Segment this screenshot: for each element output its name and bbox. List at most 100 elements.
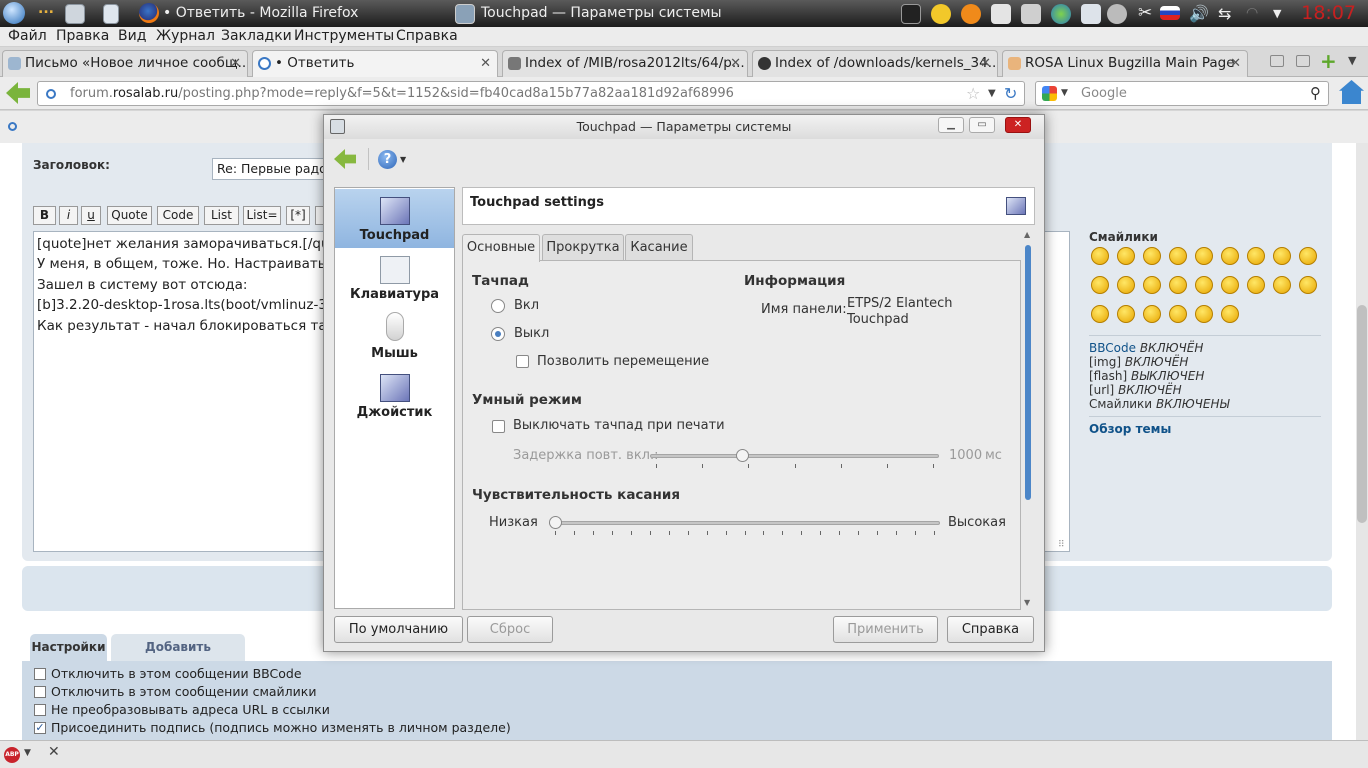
option-disable-bbcode[interactable]: Отключить в этом сообщении BBCode <box>34 665 302 683</box>
bold-button[interactable]: B <box>33 206 56 225</box>
smiley-icon[interactable] <box>1169 305 1187 323</box>
engine-dropdown-icon[interactable]: ▼ <box>1061 82 1068 105</box>
update-icon[interactable] <box>1107 4 1127 24</box>
taskbar-window-firefox[interactable]: • Ответить - Mozilla Firefox <box>163 0 358 27</box>
smiley-icon[interactable] <box>1273 247 1291 265</box>
reload-icon[interactable]: ↻ <box>1004 82 1017 105</box>
new-tab-icon[interactable]: + <box>1320 49 1337 73</box>
tab-index-kernels[interactable]: Index of /downloads/kernels_34... ✕ <box>752 50 998 77</box>
menu-help[interactable]: Справка <box>396 28 458 44</box>
minimize-button[interactable]: ▁ <box>938 117 964 133</box>
dots-icon[interactable]: ... <box>38 0 54 23</box>
disable-while-typing-checkbox[interactable] <box>492 420 505 433</box>
smiley-icon[interactable] <box>1169 247 1187 265</box>
apply-button[interactable]: Применить <box>833 616 938 643</box>
delay-slider-track[interactable] <box>650 454 939 458</box>
subject-input[interactable]: Re: Первые радост <box>212 158 330 180</box>
help-icon[interactable]: ? <box>378 150 397 169</box>
radio-touchpad-off[interactable] <box>491 327 505 341</box>
tab-index-mib[interactable]: Index of /MIB/rosa2012lts/64/p... ✕ <box>502 50 748 77</box>
page-scrollbar[interactable] <box>1356 143 1368 740</box>
italic-button[interactable]: i <box>59 206 78 225</box>
quote-button[interactable]: Quote <box>107 206 152 225</box>
url-history-dropdown-icon[interactable]: ▼ <box>988 82 996 105</box>
close-addon-bar-icon[interactable]: ✕ <box>48 744 60 760</box>
menu-view[interactable]: Вид <box>118 28 146 44</box>
ghost-icon[interactable] <box>1081 4 1101 24</box>
menu-history[interactable]: Журнал <box>156 28 215 44</box>
search-bar[interactable]: ▼ Google ⚲ <box>1035 81 1329 106</box>
smiley-icon[interactable] <box>1247 247 1265 265</box>
close-button[interactable]: ✕ <box>1005 117 1031 133</box>
wifi-icon[interactable]: ◠ <box>1246 0 1258 27</box>
sidebar-item-mouse[interactable]: Мышь <box>335 307 454 366</box>
smiley-icon[interactable] <box>1169 276 1187 294</box>
radio-touchpad-on[interactable] <box>491 299 505 313</box>
smiley-icon[interactable] <box>1091 305 1109 323</box>
mail-icon[interactable] <box>961 4 981 24</box>
menu-edit[interactable]: Правка <box>56 28 109 44</box>
sidebar-item-joystick[interactable]: Джойстик <box>335 366 454 425</box>
list-tabs-icon[interactable] <box>1270 55 1284 67</box>
adblock-dropdown-icon[interactable]: ▼ <box>24 748 31 758</box>
list-item-button[interactable]: [*] <box>286 206 310 225</box>
google-engine-icon[interactable] <box>1042 86 1057 101</box>
list-numbered-button[interactable]: List= <box>243 206 281 225</box>
delay-slider-handle[interactable] <box>735 449 749 462</box>
smiley-icon[interactable] <box>1117 247 1135 265</box>
usb-icon[interactable]: ⇆ <box>1218 0 1231 27</box>
rosa-bookmark-icon[interactable] <box>8 122 17 131</box>
settings-window-icon[interactable] <box>455 4 475 24</box>
tab-general[interactable]: Основные <box>462 234 540 262</box>
clipboard-icon[interactable] <box>991 4 1011 24</box>
bbcode-link[interactable]: BBCode <box>1089 341 1136 355</box>
rosa-menu-icon[interactable] <box>3 2 25 24</box>
tab-attachments[interactable]: Добавить вложения <box>111 634 245 681</box>
menu-bookmarks[interactable]: Закладки <box>221 28 292 44</box>
underline-button[interactable]: u <box>81 206 101 225</box>
smiley-icon[interactable] <box>1195 276 1213 294</box>
smiley-icon[interactable] <box>1091 276 1109 294</box>
code-button[interactable]: Code <box>157 206 199 225</box>
tab-scrolling[interactable]: Прокрутка <box>542 234 624 261</box>
page-scrollbar-thumb[interactable] <box>1357 305 1367 523</box>
smiley-icon[interactable] <box>1117 305 1135 323</box>
smiley-icon[interactable] <box>1195 305 1213 323</box>
defaults-button[interactable]: По умолчанию <box>334 616 463 643</box>
bookmark-star-icon[interactable]: ☆ <box>966 82 980 105</box>
sensitivity-slider-track[interactable] <box>549 521 940 525</box>
panel-scrollbar[interactable]: ▲ ▼ <box>1022 230 1034 610</box>
scroll-up-icon[interactable]: ▲ <box>1024 230 1030 239</box>
menu-tools[interactable]: Инструменты <box>294 28 394 44</box>
reset-button[interactable]: Сброс <box>467 616 553 643</box>
search-icon[interactable]: ⚲ <box>1310 82 1321 105</box>
clock[interactable]: 18:07 <box>1301 0 1356 26</box>
dialog-titlebar[interactable]: Touchpad — Параметры системы ▁ ▭ ✕ <box>324 115 1044 139</box>
list-button[interactable]: List <box>204 206 239 225</box>
smiley-icon[interactable] <box>1117 276 1135 294</box>
volume-icon[interactable]: 🔊 <box>1189 0 1209 27</box>
terminal-icon[interactable] <box>901 4 921 24</box>
smiley-icon[interactable] <box>1273 276 1291 294</box>
close-tab-icon[interactable]: ✕ <box>1230 51 1241 76</box>
smiley-icon[interactable] <box>1221 305 1239 323</box>
close-tab-icon[interactable]: ✕ <box>980 51 991 76</box>
checkbox[interactable] <box>34 668 46 680</box>
adblock-icon[interactable]: ABP <box>4 747 20 763</box>
smiley-icon[interactable] <box>1195 247 1213 265</box>
menu-file[interactable]: Файл <box>8 28 47 44</box>
smiley-icon[interactable] <box>1143 276 1161 294</box>
tray-expand-icon[interactable]: ▼ <box>1273 0 1281 27</box>
maximize-button[interactable]: ▭ <box>969 117 995 133</box>
url-bar[interactable]: forum.rosalab.ru/posting.php?mode=reply&… <box>37 81 1025 106</box>
smiley-icon[interactable] <box>1221 276 1239 294</box>
site-identity-icon[interactable] <box>46 89 56 99</box>
option-disable-smileys[interactable]: Отключить в этом сообщении смайлики <box>34 683 316 701</box>
smiley-icon[interactable] <box>1143 305 1161 323</box>
option-no-magic-url[interactable]: Не преобразовывать адреса URL в ссылки <box>34 701 330 719</box>
tab-tapping[interactable]: Касание <box>625 234 693 261</box>
option-attach-signature[interactable]: ✓ Присоединить подпись (подпись можно изм… <box>34 719 511 737</box>
desktop-icon[interactable] <box>65 4 85 24</box>
smiley-icon[interactable] <box>1299 247 1317 265</box>
tab-reply[interactable]: • Ответить ✕ <box>252 50 498 78</box>
